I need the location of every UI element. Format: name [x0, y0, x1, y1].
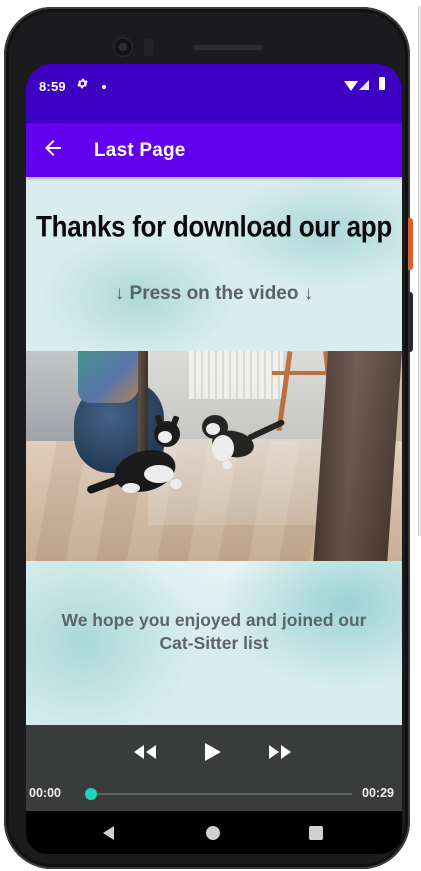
app-bar: Last Page [26, 123, 402, 177]
triangle-back-icon[interactable] [103, 826, 114, 840]
fast-forward-button[interactable] [266, 741, 294, 767]
status-time: 8:59 [39, 79, 66, 94]
front-camera [113, 37, 133, 57]
power-button [408, 218, 413, 270]
volume-button [408, 292, 413, 352]
page-content: Thanks for download our app ↓ Press on t… [26, 177, 402, 725]
gear-icon [76, 77, 89, 93]
fast-forward-icon [268, 744, 292, 765]
arrow-left-icon[interactable] [41, 136, 65, 160]
emulator-stage: 8:59 Last Page Thanks for download our a… [0, 0, 421, 871]
video-view[interactable] [26, 351, 402, 561]
press-hint: ↓ Press on the video ↓ [114, 283, 314, 304]
play-button[interactable] [200, 741, 226, 767]
rewind-icon [133, 744, 157, 765]
seek-thumb[interactable] [85, 788, 98, 800]
thanks-message-line-1: We hope you enjoyed and joined our [61, 610, 367, 630]
dot-icon [102, 85, 106, 89]
seek-bar[interactable] [85, 788, 352, 800]
earpiece-speaker [193, 45, 263, 50]
wifi-icon [344, 81, 358, 91]
rewind-button[interactable] [131, 741, 159, 767]
circle-home-icon[interactable] [206, 826, 220, 840]
phone-frame: 8:59 Last Page Thanks for download our a… [4, 7, 410, 869]
elapsed-time: 00:00 [29, 786, 61, 800]
media-controller: 00:00 00:29 [26, 725, 402, 811]
battery-icon [379, 77, 385, 90]
play-icon [204, 742, 222, 767]
device-screen: 8:59 Last Page Thanks for download our a… [26, 64, 402, 854]
cell-signal-icon [359, 80, 369, 90]
total-duration: 00:29 [362, 786, 394, 800]
page-title: Last Page [94, 140, 186, 161]
status-bar: 8:59 [26, 64, 402, 123]
proximity-sensor [144, 38, 154, 56]
square-recents-icon[interactable] [309, 826, 323, 840]
thanks-message: We hope you enjoyed and joined our Cat-S… [26, 609, 402, 655]
video-overlay [26, 351, 402, 561]
thanks-message-line-2: Cat-Sitter list [159, 633, 269, 653]
headline: Thanks for download our app [36, 208, 392, 244]
system-nav-bar [26, 811, 402, 854]
